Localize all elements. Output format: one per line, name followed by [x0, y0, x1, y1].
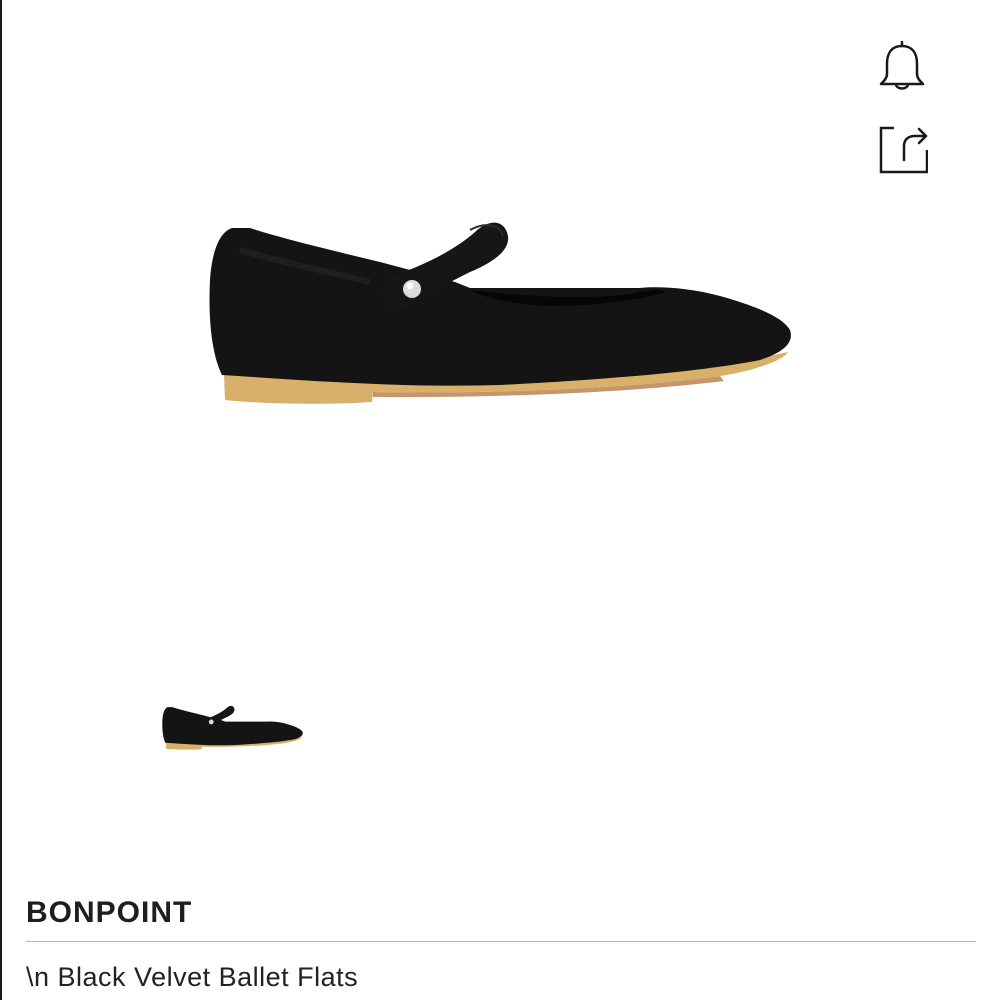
thumbnail-shoe-image [162, 705, 303, 750]
divider [26, 941, 976, 942]
brand-name[interactable]: BONPOINT [26, 896, 192, 930]
product-title: \n Black Velvet Ballet Flats [26, 962, 359, 992]
bell-icon [879, 40, 925, 90]
share-icon [879, 126, 928, 174]
left-border [0, 0, 2, 1000]
product-thumbnail[interactable] [160, 700, 305, 754]
notify-button[interactable] [872, 36, 932, 96]
product-page: BONPOINT \n Black Velvet Ballet Flats [0, 0, 1000, 1000]
shoe-image [209, 222, 791, 404]
product-main-image[interactable] [200, 200, 800, 420]
share-button[interactable] [872, 118, 932, 178]
